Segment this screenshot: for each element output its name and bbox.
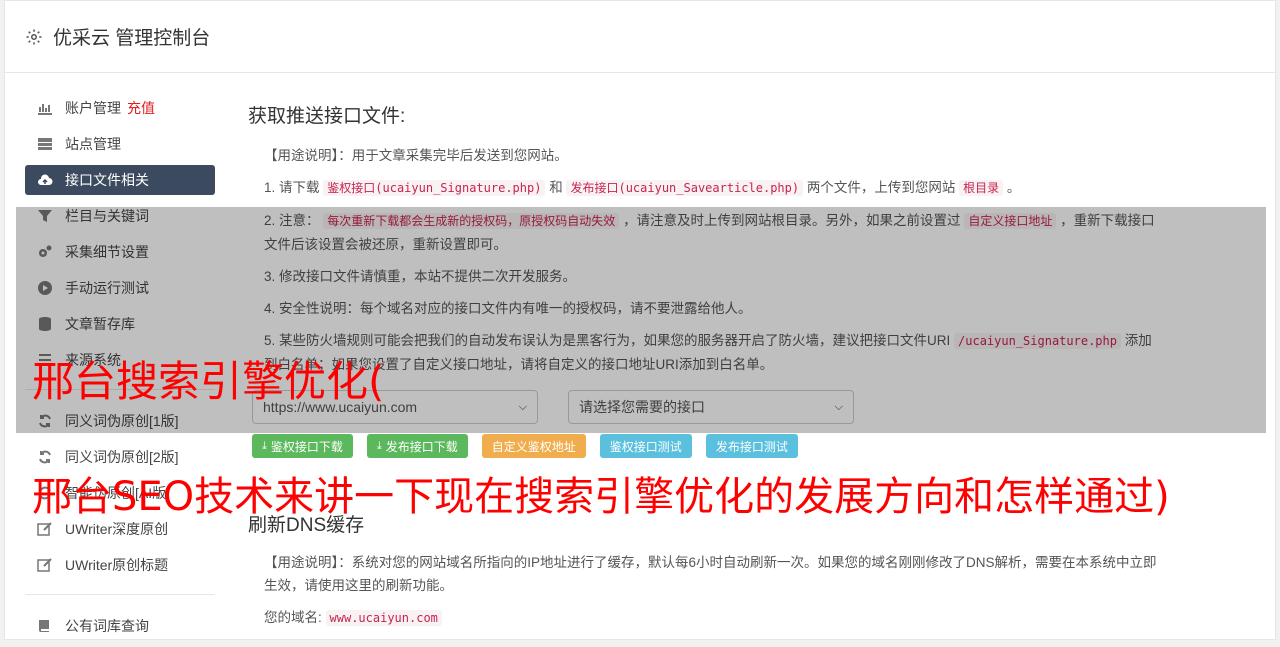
sidebar-item-collect-settings[interactable]: 采集细节设置: [25, 237, 215, 267]
step-2: 2. 注意： 每次重新下载都会生成新的授权码，原授权码自动失效 ，请注意及时上传…: [248, 209, 1158, 256]
overlay-text-line2: 邢台SEO技术来讲一下现在搜索引擎优化的发展方向和怎样通过): [32, 474, 1170, 520]
warning-code: 每次重新下载都会生成新的授权码，原授权码自动失效: [323, 213, 620, 229]
step-4: 4. 安全性说明：每个域名对应的接口文件内有唯一的授权码，请不要泄露给他人。: [264, 301, 752, 316]
top-bar: 优采云 管理控制台: [5, 1, 1275, 73]
sidebar-item-label: 采集细节设置: [65, 244, 149, 260]
sidebar-item-label: 同义词伪原创[1版]: [65, 413, 179, 429]
step-text: 两个文件，上传到您网站: [806, 180, 956, 195]
select-row: https://www.ucaiyun.com ⌵ 请选择您需要的接口 ⌵: [252, 390, 1158, 424]
filter-icon: [37, 208, 53, 224]
app-title: 优采云 管理控制台: [53, 28, 211, 49]
api-select-placeholder: 请选择您需要的接口: [579, 399, 705, 415]
refresh-icon: [37, 413, 53, 429]
dns-usage-note: 【用途说明】：系统对您的网站域名所指向的IP地址进行了缓存，默认每6小时自动刷新…: [264, 555, 1157, 593]
sidebar-item-label: 文章暂存库: [65, 316, 135, 332]
step-3: 3. 修改接口文件请慎重，本站不提供二次开发服务。: [264, 269, 577, 284]
api-select[interactable]: 请选择您需要的接口 ⌵: [568, 390, 854, 424]
sidebar-item-columns[interactable]: 栏目与关键词: [25, 201, 215, 231]
sidebar-item-label: 账户管理: [65, 100, 121, 116]
overlay-text-line1: 邢台搜索引擎优化(: [32, 357, 385, 406]
usage-note: 【用途说明】：用于文章采集完毕后发送到您网站。: [264, 148, 568, 163]
button-label: 发布接口测试: [715, 439, 788, 454]
step-text: 5. 某些防火墙规则可能会把我们的自动发布误认为是黑客行为，如果您的服务器开启了…: [264, 333, 951, 348]
server-icon: [37, 136, 53, 152]
uri-code: /ucaiyun_Signature.php: [954, 333, 1121, 349]
refresh-icon: [37, 449, 53, 465]
sidebar-item-label: UWriter深度原创: [65, 521, 169, 537]
download-sig-button[interactable]: ⤓ 鉴权接口下载: [252, 434, 353, 458]
bar-chart-icon: [37, 100, 53, 116]
console-frame: 优采云 管理控制台 账户管理 充值 站点管理 接口文件相关 栏目与关键词 采集细…: [4, 0, 1276, 640]
play-circle-icon: [37, 280, 53, 296]
sidebar-item-label: 手动运行测试: [65, 280, 149, 296]
pub-file-code: 发布接口(ucaiyun_Savearticle.php): [566, 180, 804, 196]
recharge-link[interactable]: 充值: [127, 98, 155, 118]
cloud-upload-icon: [37, 172, 53, 188]
domain-value: www.ucaiyun.com: [325, 610, 442, 626]
sidebar-item-label: 接口文件相关: [65, 172, 149, 188]
step-text: 2. 注意：: [264, 213, 320, 228]
domain-label: 您的域名:: [264, 610, 322, 625]
chevron-down-icon: ⌵: [518, 400, 527, 413]
download-pub-button[interactable]: ⤓ 发布接口下载: [366, 434, 468, 458]
step-text: ，请注意及时上传到网站根目录。另外，如果之前设置过: [623, 213, 961, 228]
sidebar-item-sites[interactable]: 站点管理: [25, 129, 215, 159]
edit-icon: [37, 521, 53, 537]
download-icon: ⤓: [376, 439, 382, 452]
sidebar-item-api-files[interactable]: 接口文件相关: [25, 165, 215, 195]
sidebar-item-manual-run[interactable]: 手动运行测试: [25, 273, 215, 303]
chevron-down-icon: ⌵: [834, 400, 843, 413]
sidebar-item-label: 公有词库查询: [65, 618, 149, 634]
button-row: ⤓ 鉴权接口下载 ⤓ 发布接口下载 自定义鉴权地址 鉴权接口测试 发布接口测试: [252, 434, 1158, 458]
edit-icon: [37, 557, 53, 573]
sidebar-item-label: UWriter原创标题: [65, 557, 169, 573]
step-text: 和: [549, 180, 563, 195]
step-text: 。: [1006, 180, 1021, 195]
button-label: 鉴权接口下载: [270, 439, 343, 454]
sidebar-item-synonym-v1[interactable]: 同义词伪原创[1版]: [25, 406, 215, 436]
sidebar-item-uwriter-title[interactable]: UWriter原创标题: [25, 550, 215, 580]
custom-sig-url-button[interactable]: 自定义鉴权地址: [481, 434, 586, 458]
sidebar-item-label: 栏目与关键词: [65, 208, 149, 224]
sidebar-item-label: 站点管理: [65, 136, 121, 152]
step-5: 5. 某些防火墙规则可能会把我们的自动发布误认为是黑客行为，如果您的服务器开启了…: [248, 329, 1158, 376]
domain-line: 您的域名: www.ucaiyun.com: [248, 606, 1158, 630]
sig-file-code: 鉴权接口(ucaiyun_Signature.php): [323, 180, 546, 196]
test-pub-button[interactable]: 发布接口测试: [705, 434, 798, 458]
custom-url-code: 自定义接口地址: [964, 213, 1057, 229]
section-title-api-files: 获取推送接口文件:: [248, 106, 406, 127]
sidebar-item-article-store[interactable]: 文章暂存库: [25, 309, 215, 339]
book-icon: [37, 618, 53, 634]
download-icon: ⤓: [262, 439, 267, 452]
gear-icon: [26, 29, 42, 44]
button-label: 自定义鉴权地址: [491, 439, 576, 454]
test-sig-button[interactable]: 鉴权接口测试: [599, 434, 692, 458]
button-label: 鉴权接口测试: [609, 439, 682, 454]
sidebar-divider: [25, 594, 215, 595]
main-content: 获取推送接口文件: 【用途说明】：用于文章采集完毕后发送到您网站。 1. 请下载…: [248, 101, 1158, 639]
sidebar-item-account[interactable]: 账户管理 充值: [25, 93, 215, 123]
root-dir-code: 根目录: [959, 180, 1004, 196]
step-1: 1. 请下载 鉴权接口(ucaiyun_Signature.php) 和 发布接…: [248, 176, 1158, 200]
button-label: 发布接口下载: [385, 439, 458, 454]
sidebar-item-public-lexicon[interactable]: 公有词库查询: [25, 611, 215, 641]
database-icon: [37, 316, 53, 332]
step-text: 1. 请下载: [264, 180, 320, 195]
cogs-icon: [37, 244, 53, 260]
